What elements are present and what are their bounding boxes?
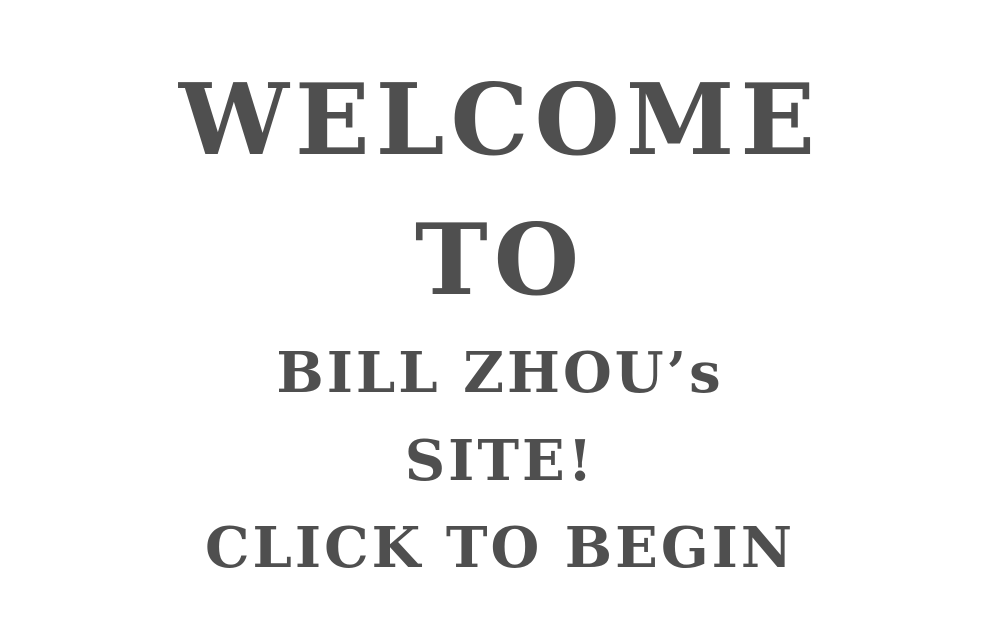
site-owner-name: BILL ZHOU’s <box>276 340 724 406</box>
welcome-heading: WELCOME <box>178 63 822 178</box>
welcome-screen[interactable]: WELCOME TO BILL ZHOU’s SITE! CLICK TO BE… <box>0 0 1000 618</box>
click-to-begin-button[interactable]: CLICK TO BEGIN <box>0 520 1000 576</box>
to-heading: TO <box>414 203 586 318</box>
site-heading: SITE! <box>404 428 596 494</box>
